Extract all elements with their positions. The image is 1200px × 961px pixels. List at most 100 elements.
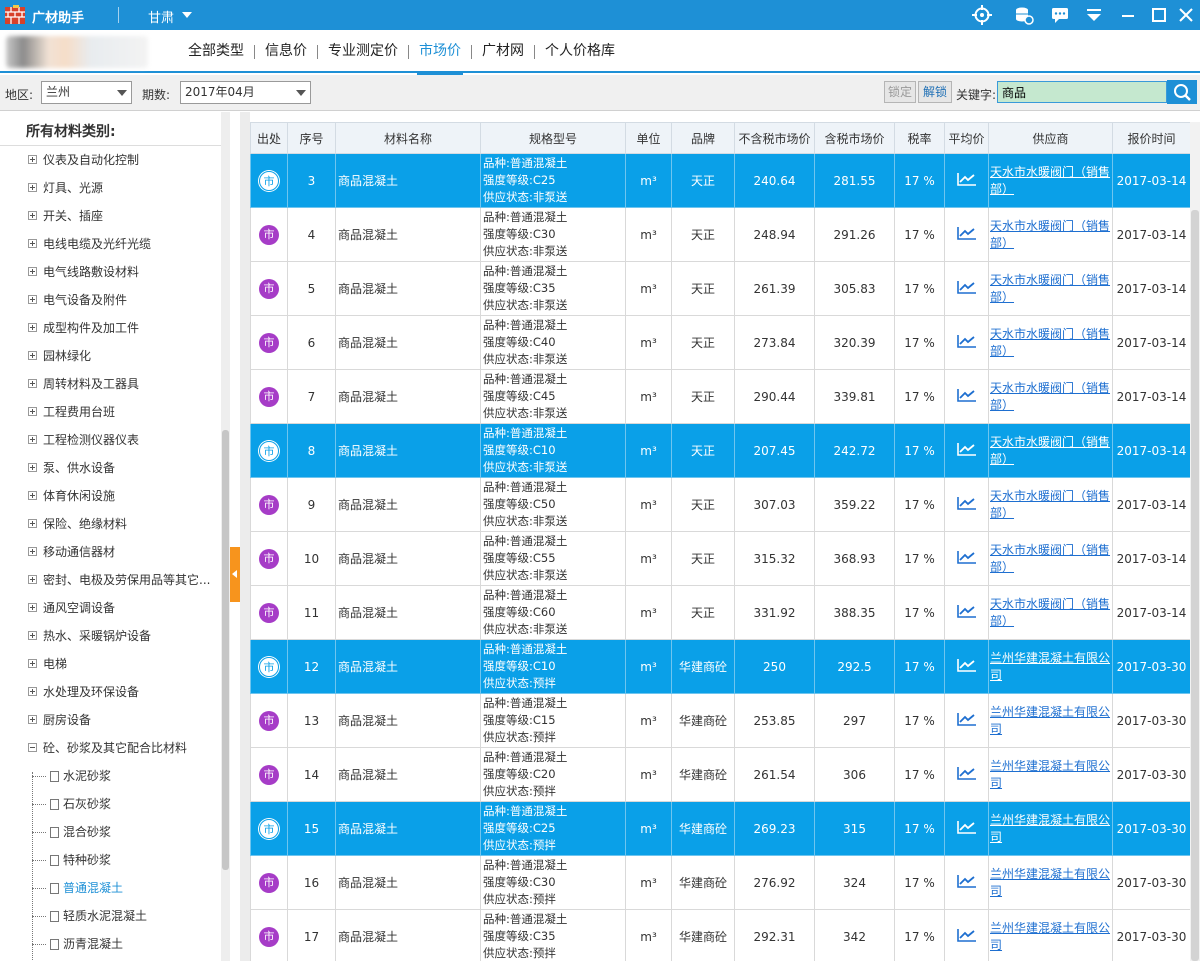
line-chart-icon[interactable] — [956, 280, 977, 294]
source-badge[interactable]: 市 — [259, 764, 279, 785]
expand-icon[interactable] — [28, 715, 37, 724]
period-select[interactable]: 2017年04月 — [180, 81, 311, 104]
expand-icon[interactable] — [28, 687, 37, 696]
source-badge[interactable]: 市 — [259, 386, 279, 407]
unlock-button[interactable]: 解锁 — [918, 81, 952, 103]
sidebar-category[interactable]: 电线电缆及光纤光缆 — [28, 230, 151, 258]
table-row[interactable]: 市 7 商品混凝土 品种:普通混凝土 强度等级:C45 供应状态:非泵送 m³ 天正 290.4… — [250, 369, 1191, 424]
expand-icon[interactable] — [28, 631, 37, 640]
sidebar-collapse-toggle[interactable] — [230, 547, 240, 602]
user-avatar[interactable] — [6, 36, 148, 68]
chevron-down-icon[interactable] — [182, 12, 192, 18]
source-badge[interactable]: 市 — [259, 548, 279, 569]
table-row[interactable]: 市 14 商品混凝土 品种:普通混凝土 强度等级:C20 供应状态:预拌 m³ 华建商砼 261… — [250, 747, 1191, 802]
supplier-link[interactable]: 兰州华建混凝土有限公司 — [990, 921, 1110, 952]
supplier-link[interactable]: 兰州华建混凝土有限公司 — [990, 867, 1110, 898]
line-chart-icon[interactable] — [956, 658, 977, 672]
supplier-link[interactable]: 天水市水暖阀门（销售部） — [990, 489, 1110, 520]
search-button[interactable] — [1167, 80, 1197, 104]
supplier-link[interactable]: 天水市水暖阀门（销售部） — [990, 273, 1110, 304]
source-badge[interactable]: 市 — [259, 872, 279, 893]
column-header[interactable]: 税率 — [894, 122, 945, 154]
sidebar-category[interactable]: 工程费用台班 — [28, 398, 115, 426]
expand-icon[interactable] — [28, 519, 37, 528]
table-row[interactable]: 市 3 商品混凝土 品种:普通混凝土 强度等级:C25 供应状态:非泵送 m³ 天正 240.6… — [250, 153, 1191, 208]
sidebar-subitem[interactable]: 水泥砂浆 — [32, 762, 111, 790]
sidebar-subitem[interactable]: 沥青混凝土 — [32, 930, 123, 958]
source-badge[interactable]: 市 — [259, 602, 279, 623]
expand-icon[interactable] — [28, 547, 37, 556]
line-chart-icon[interactable] — [956, 442, 977, 456]
sidebar-category[interactable]: 灯具、光源 — [28, 174, 103, 202]
column-header[interactable]: 序号 — [287, 122, 336, 154]
source-badge[interactable]: 市 — [259, 656, 279, 677]
supplier-link[interactable]: 天水市水暖阀门（销售部） — [990, 543, 1110, 574]
table-row[interactable]: 市 13 商品混凝土 品种:普通混凝土 强度等级:C15 供应状态:预拌 m³ 华建商砼 253… — [250, 693, 1191, 748]
sidebar-category[interactable]: 仪表及自动化控制 — [28, 146, 139, 174]
column-header[interactable]: 品牌 — [671, 122, 735, 154]
sidebar-category[interactable]: 厨房设备 — [28, 706, 91, 734]
source-badge[interactable]: 市 — [259, 494, 279, 515]
sidebar-subitem[interactable]: 特种砂浆 — [32, 846, 111, 874]
sidebar-category[interactable]: 工程检测仪器仪表 — [28, 426, 139, 454]
table-row[interactable]: 市 17 商品混凝土 品种:普通混凝土 强度等级:C35 供应状态:预拌 m³ 华建商砼 292… — [250, 909, 1191, 961]
lock-button[interactable]: 锁定 — [884, 81, 916, 103]
close-icon[interactable] — [1176, 5, 1196, 25]
sidebar-category[interactable]: 周转材料及工器具 — [28, 370, 139, 398]
supplier-link[interactable]: 兰州华建混凝土有限公司 — [990, 813, 1110, 844]
supplier-link[interactable]: 兰州华建混凝土有限公司 — [990, 759, 1110, 790]
supplier-link[interactable]: 天水市水暖阀门（销售部） — [990, 597, 1110, 628]
sidebar-category[interactable]: 泵、供水设备 — [28, 454, 115, 482]
line-chart-icon[interactable] — [956, 388, 977, 402]
sidebar-category[interactable]: 园林绿化 — [28, 342, 91, 370]
expand-icon[interactable] — [28, 267, 37, 276]
supplier-link[interactable]: 兰州华建混凝土有限公司 — [990, 705, 1110, 736]
region-selector[interactable]: 甘肃 — [148, 7, 174, 26]
expand-icon[interactable] — [28, 323, 37, 332]
line-chart-icon[interactable] — [956, 334, 977, 348]
expand-icon[interactable] — [28, 603, 37, 612]
keyword-input[interactable] — [997, 81, 1167, 103]
nav-tab[interactable]: 全部类型 — [178, 30, 254, 73]
expand-icon[interactable] — [28, 379, 37, 388]
table-row[interactable]: 市 15 商品混凝土 品种:普通混凝土 强度等级:C25 供应状态:预拌 m³ 华建商砼 269… — [250, 801, 1191, 856]
sidebar-subitem[interactable]: 普通混凝土 — [32, 874, 123, 902]
message-icon[interactable] — [1050, 5, 1070, 25]
area-select[interactable]: 兰州 — [41, 81, 132, 104]
table-row[interactable]: 市 9 商品混凝土 品种:普通混凝土 强度等级:C50 供应状态:非泵送 m³ 天正 307.0… — [250, 477, 1191, 532]
line-chart-icon[interactable] — [956, 226, 977, 240]
line-chart-icon[interactable] — [956, 874, 977, 888]
column-header[interactable]: 规格型号 — [480, 122, 626, 154]
supplier-link[interactable]: 天水市水暖阀门（销售部） — [990, 165, 1110, 196]
maximize-icon[interactable] — [1149, 5, 1169, 25]
sidebar-category[interactable]: 砼、砂浆及其它配合比材料 — [28, 734, 187, 762]
target-icon[interactable] — [972, 5, 992, 25]
column-header[interactable]: 不含税市场价 — [734, 122, 815, 154]
column-header[interactable]: 出处 — [250, 122, 288, 154]
collapse-icon[interactable] — [28, 743, 37, 752]
expand-icon[interactable] — [28, 211, 37, 220]
sidebar-category[interactable]: 电气设备及附件 — [28, 286, 127, 314]
supplier-link[interactable]: 天水市水暖阀门（销售部） — [990, 381, 1110, 412]
expand-icon[interactable] — [28, 295, 37, 304]
nav-tab[interactable]: 广材网 — [472, 30, 534, 73]
source-badge[interactable]: 市 — [259, 332, 279, 353]
sidebar-category[interactable]: 移动通信器材 — [28, 538, 115, 566]
expand-icon[interactable] — [28, 575, 37, 584]
table-row[interactable]: 市 8 商品混凝土 品种:普通混凝土 强度等级:C10 供应状态:非泵送 m³ 天正 207.4… — [250, 423, 1191, 478]
supplier-link[interactable]: 天水市水暖阀门（销售部） — [990, 435, 1110, 466]
line-chart-icon[interactable] — [956, 550, 977, 564]
sidebar-category[interactable]: 开关、插座 — [28, 202, 103, 230]
source-badge[interactable]: 市 — [259, 710, 279, 731]
column-header[interactable]: 单位 — [625, 122, 672, 154]
sidebar-category[interactable]: 成型构件及加工件 — [28, 314, 139, 342]
expand-icon[interactable] — [28, 659, 37, 668]
table-row[interactable]: 市 16 商品混凝土 品种:普通混凝土 强度等级:C30 供应状态:预拌 m³ 华建商砼 276… — [250, 855, 1191, 910]
source-badge[interactable]: 市 — [259, 818, 279, 839]
supplier-link[interactable]: 兰州华建混凝土有限公司 — [990, 651, 1110, 682]
dropdown-menu-icon[interactable] — [1084, 5, 1104, 25]
expand-icon[interactable] — [28, 407, 37, 416]
expand-icon[interactable] — [28, 491, 37, 500]
line-chart-icon[interactable] — [956, 928, 977, 942]
line-chart-icon[interactable] — [956, 712, 977, 726]
